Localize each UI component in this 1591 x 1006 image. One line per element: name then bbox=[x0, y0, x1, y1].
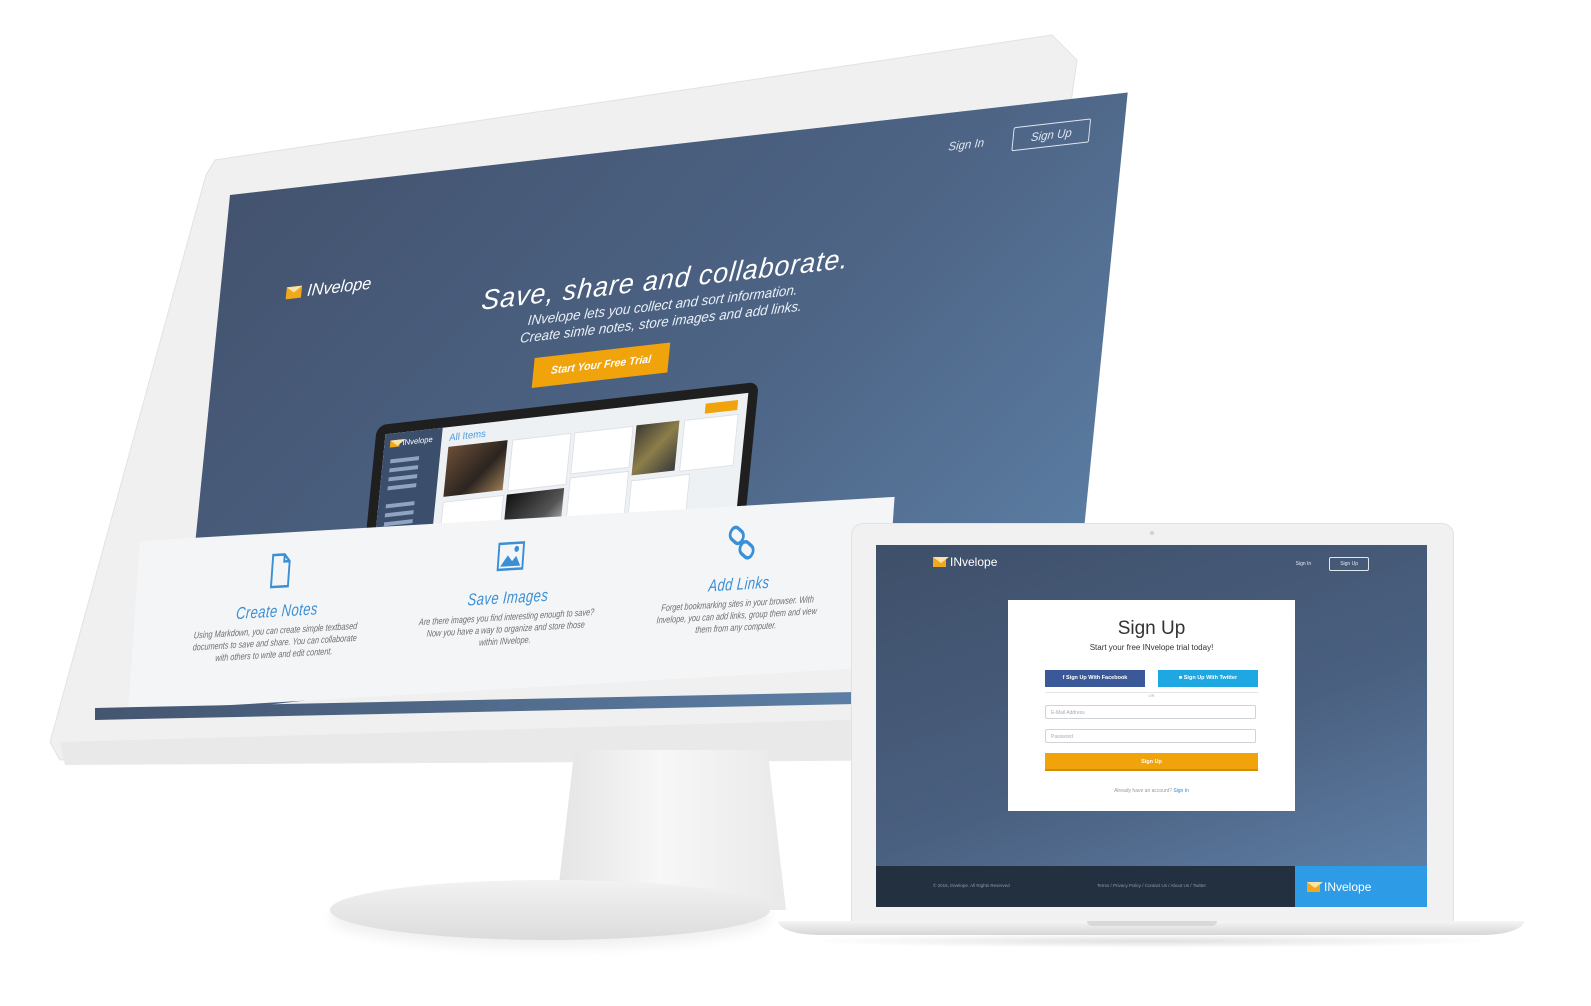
preview-logo: INvelope bbox=[383, 428, 442, 456]
email-field[interactable]: E-Mail Address bbox=[1045, 705, 1256, 719]
preview-sidebar-item bbox=[389, 465, 419, 473]
preview-card bbox=[507, 432, 572, 492]
laptop-nav: Sign In Sign Up bbox=[1296, 557, 1369, 571]
envelope-icon bbox=[1307, 881, 1323, 892]
feature-text: Are there images you find interesting en… bbox=[418, 607, 595, 649]
twitter-signup-button[interactable]: ■ Sign Up With Twitter bbox=[1158, 670, 1258, 687]
envelope-icon bbox=[933, 557, 949, 567]
preview-sidebar-item bbox=[387, 483, 417, 491]
preview-photo bbox=[443, 440, 508, 497]
footer-brand: INvelope bbox=[1295, 866, 1427, 907]
image-icon bbox=[496, 541, 526, 572]
signup-card: Sign Up Start your free INvelope trial t… bbox=[1008, 600, 1295, 811]
imac-stand-base bbox=[330, 880, 770, 940]
start-trial-button[interactable]: Start Your Free Trial bbox=[531, 342, 671, 388]
laptop-signin-link[interactable]: Sign In bbox=[1296, 561, 1312, 567]
preview-sidebar-item bbox=[384, 510, 414, 518]
laptop-shadow bbox=[800, 934, 1500, 948]
preview-card bbox=[570, 425, 634, 475]
signup-submit-button[interactable]: Sign Up bbox=[1045, 753, 1258, 771]
laptop-signup-button[interactable]: Sign Up bbox=[1329, 557, 1369, 571]
preview-sidebar-item bbox=[385, 501, 415, 509]
preview-sidebar-item bbox=[390, 456, 420, 464]
social-buttons: f Sign Up With Facebook ■ Sign Up With T… bbox=[1045, 670, 1258, 687]
preview-card bbox=[679, 413, 739, 472]
document-icon bbox=[269, 553, 291, 589]
preview-title: All Items bbox=[448, 428, 487, 444]
envelope-icon bbox=[389, 439, 401, 448]
footer-brand-text: INvelope bbox=[1324, 879, 1372, 894]
password-field[interactable]: Password bbox=[1045, 729, 1256, 743]
monitor-nav: Sign In Sign Up bbox=[947, 118, 1092, 158]
footer-links[interactable]: Terms / Privacy Policy / Contact Us / Ab… bbox=[1097, 883, 1206, 888]
laptop-logo[interactable]: INvelope bbox=[933, 555, 997, 569]
laptop-camera bbox=[1150, 531, 1154, 535]
signup-title: Sign Up bbox=[1117, 618, 1186, 639]
or-divider: OR bbox=[1045, 692, 1258, 699]
laptop-screen: INvelope Sign In Sign Up Sign Up Start y… bbox=[876, 545, 1427, 907]
envelope-icon bbox=[285, 285, 303, 300]
preview-photo bbox=[631, 420, 680, 476]
footer-copyright: © 2015, INvelope. All Rights Reserved bbox=[933, 883, 1010, 888]
facebook-signup-label: Sign Up With Facebook bbox=[1066, 675, 1128, 681]
laptop-notch bbox=[1087, 921, 1217, 926]
preview-add-button bbox=[704, 399, 739, 414]
twitter-signup-label: Sign Up With Twitter bbox=[1183, 675, 1238, 681]
monitor-signup-button[interactable]: Sign Up bbox=[1011, 118, 1092, 152]
preview-logo-text: INvelope bbox=[402, 434, 434, 448]
laptop-footer: © 2015, INvelope. All Rights Reserved Te… bbox=[876, 866, 1427, 907]
feature-text: Forget bookmarking sites in your browser… bbox=[656, 594, 818, 637]
already-account: Already have an account? Sign In bbox=[1008, 788, 1295, 794]
monitor-logo-text: INvelope bbox=[306, 273, 373, 300]
feature-create-notes: Create Notes Using Markdown, you can cre… bbox=[185, 546, 370, 667]
feature-text: Using Markdown, you can create simple te… bbox=[192, 620, 358, 665]
signin-link[interactable]: Sign In bbox=[1173, 788, 1189, 794]
link-icon bbox=[728, 525, 755, 560]
already-account-text: Already have an account? bbox=[1114, 788, 1172, 794]
laptop-logo-text: INvelope bbox=[950, 555, 998, 569]
feature-save-images: Save Images Are there images you find in… bbox=[416, 532, 601, 653]
preview-sidebar-item bbox=[388, 474, 418, 482]
facebook-signup-button[interactable]: f Sign Up With Facebook bbox=[1045, 670, 1145, 687]
signup-subtitle: Start your free INvelope trial today! bbox=[1089, 643, 1214, 652]
feature-add-links: Add Links Forget bookmarking sites in yo… bbox=[647, 519, 832, 640]
monitor-signin-link[interactable]: Sign In bbox=[948, 136, 985, 154]
